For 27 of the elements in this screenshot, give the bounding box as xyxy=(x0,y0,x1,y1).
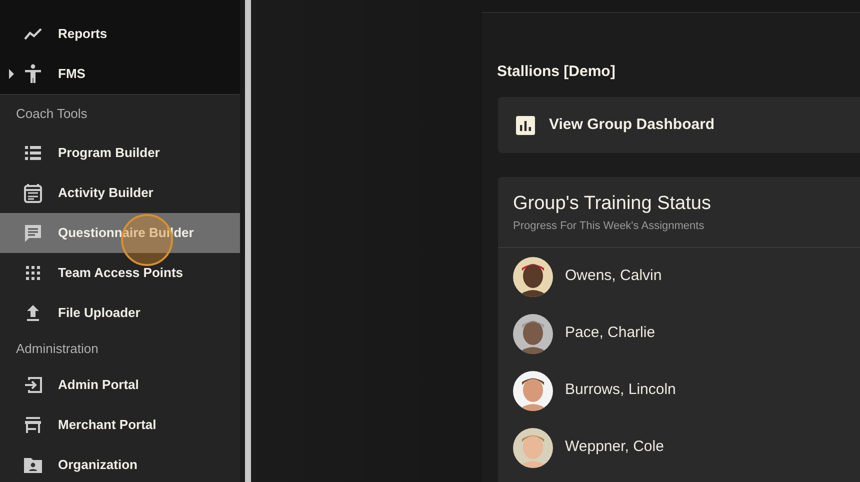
scrollbar[interactable] xyxy=(245,0,251,482)
athlete-name[interactable]: Owens, Calvin xyxy=(565,265,662,288)
sidebar-item[interactable]: Admin Portal xyxy=(0,365,240,405)
sidebar-item[interactable]: File Uploader xyxy=(0,293,240,333)
sidebar-item[interactable]: Reports xyxy=(0,14,240,54)
chat-icon xyxy=(22,222,44,244)
sidebar-item[interactable]: Merchant Portal xyxy=(0,405,240,445)
sidebar-item[interactable]: FMS xyxy=(0,54,240,94)
section-heading: Coach Tools xyxy=(16,105,88,124)
caret-right-icon[interactable] xyxy=(8,69,15,79)
calendar-icon xyxy=(22,182,44,204)
card-title: Group's Training Status xyxy=(513,192,712,216)
athlete-name[interactable]: Weppner, Cole xyxy=(565,436,664,459)
sidebar-item[interactable]: Program Builder xyxy=(0,133,240,173)
storefront-icon xyxy=(22,414,44,436)
bar-chart-icon xyxy=(516,116,535,134)
enter-icon xyxy=(22,374,44,396)
athlete-name[interactable]: Burrows, Lincoln xyxy=(565,379,676,402)
athlete-name[interactable]: Pace, Charlie xyxy=(565,322,656,345)
sidebar-item[interactable]: Team Access Points xyxy=(0,253,240,293)
card-subtitle: Progress For This Week's Assignments xyxy=(513,219,706,234)
group-title: Stallions [Demo] xyxy=(497,62,616,82)
sidebar-item[interactable]: Activity Builder xyxy=(0,173,240,213)
sidebar-item[interactable]: Organization xyxy=(0,445,240,482)
section-heading: Administration xyxy=(16,340,98,358)
dashboard-button[interactable]: View Group Dashboard xyxy=(498,97,860,153)
person-icon xyxy=(22,63,44,85)
